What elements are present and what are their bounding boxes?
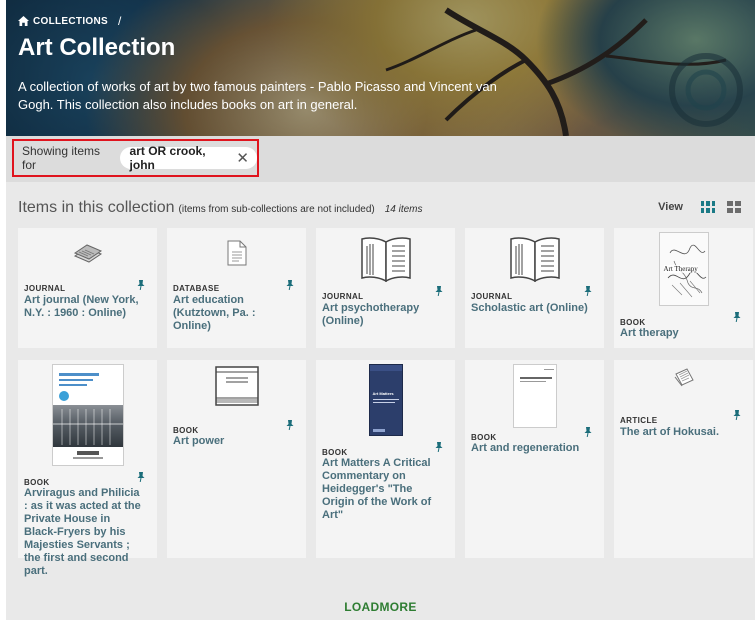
search-query-chip[interactable]: art OR crook, john ✕: [119, 144, 257, 172]
item-title-link[interactable]: Art power: [173, 435, 295, 448]
journal-stack-icon: [18, 242, 157, 264]
items-heading-title: Items in this collection: [18, 199, 175, 216]
pin-icon[interactable]: [137, 472, 145, 483]
pin-icon[interactable]: [584, 286, 592, 297]
items-heading: Items in this collection (items from sub…: [18, 199, 423, 217]
items-heading-note: (items from sub-collections are not incl…: [178, 204, 375, 215]
open-book-icon: [465, 234, 604, 282]
breadcrumb-separator: /: [117, 14, 122, 28]
close-icon[interactable]: ✕: [236, 149, 249, 167]
masonry-view-icon[interactable]: [727, 201, 741, 213]
item-card[interactable]: Art Therapy BOOK Art therapy: [614, 228, 753, 348]
home-icon[interactable]: [18, 16, 29, 26]
pin-icon[interactable]: [286, 420, 294, 431]
item-card[interactable]: BOOK Art and regeneration: [465, 360, 604, 558]
collection-description: A collection of works of art by two famo…: [18, 79, 497, 112]
open-book-icon: [316, 234, 455, 282]
page-title: Art Collection: [18, 34, 176, 61]
article-icon: [614, 366, 753, 388]
view-label: View: [658, 201, 683, 213]
item-card[interactable]: BOOK Art power: [167, 360, 306, 558]
item-card[interactable]: BOOK Arviragus and Philicia : as it was …: [18, 360, 157, 577]
item-card[interactable]: Art Matters BOOK Art Matters A Critical …: [316, 360, 455, 558]
book-cover-plain: [465, 364, 604, 428]
item-type: JOURNAL: [24, 284, 66, 293]
load-more-button[interactable]: LOADMORE: [6, 600, 755, 614]
cover-title: Art Therapy: [663, 265, 698, 273]
filter-label: Showing items for: [22, 144, 101, 172]
pin-icon[interactable]: [435, 286, 443, 297]
book-cover-art-therapy: Art Therapy: [614, 232, 753, 306]
cover-title: Art Matters: [372, 391, 394, 396]
item-type: BOOK: [24, 478, 50, 487]
item-card[interactable]: JOURNAL Scholastic art (Online): [465, 228, 604, 348]
item-card[interactable]: ARTICLE The art of Hokusai.: [614, 360, 753, 558]
pin-icon[interactable]: [733, 410, 741, 421]
pin-icon[interactable]: [435, 442, 443, 453]
pin-icon[interactable]: [137, 280, 145, 291]
item-type: BOOK: [322, 448, 348, 457]
item-type: BOOK: [173, 426, 199, 435]
item-title-link[interactable]: Arviragus and Philicia : as it was acted…: [24, 487, 146, 578]
document-icon: [167, 240, 306, 266]
view-switcher: View: [658, 201, 741, 213]
item-type: JOURNAL: [471, 292, 513, 301]
collection-page: COLLECTIONS / Art Collection A collectio…: [6, 0, 755, 620]
item-title-link[interactable]: Art education (Kutztown, Pa. : Online): [173, 294, 295, 333]
item-type: DATABASE: [173, 284, 220, 293]
item-title-link[interactable]: Art journal (New York, N.Y. : 1960 : Onl…: [24, 294, 146, 320]
breadcrumb-collections-link[interactable]: COLLECTIONS: [33, 16, 108, 27]
item-type: JOURNAL: [322, 292, 364, 301]
grid-view-icon[interactable]: [701, 201, 715, 213]
item-type: ARTICLE: [620, 416, 658, 425]
item-type: BOOK: [620, 318, 646, 327]
breadcrumb: COLLECTIONS /: [18, 14, 122, 28]
item-title-link[interactable]: The art of Hokusai.: [620, 426, 742, 439]
item-title-link[interactable]: Art therapy: [620, 327, 742, 340]
book-cover-art-matters: Art Matters: [316, 364, 455, 436]
item-title-link[interactable]: Scholastic art (Online): [471, 302, 593, 315]
active-filter-highlight: Showing items for art OR crook, john ✕: [12, 139, 259, 177]
item-card[interactable]: JOURNAL Art psychotherapy (Online): [316, 228, 455, 348]
pin-icon[interactable]: [733, 312, 741, 323]
items-count: 14 items: [384, 204, 423, 215]
book-cover-building: [18, 364, 157, 466]
closed-book-icon: [167, 364, 306, 408]
item-type: BOOK: [471, 433, 497, 442]
item-title-link[interactable]: Art and regeneration: [471, 442, 593, 455]
pin-icon[interactable]: [584, 427, 592, 438]
pin-icon[interactable]: [286, 280, 294, 291]
item-card[interactable]: JOURNAL Art journal (New York, N.Y. : 19…: [18, 228, 157, 348]
item-card[interactable]: DATABASE Art education (Kutztown, Pa. : …: [167, 228, 306, 348]
collection-hero-banner: COLLECTIONS / Art Collection A collectio…: [6, 0, 755, 136]
item-title-link[interactable]: Art Matters A Critical Commentary on Hei…: [322, 457, 444, 522]
filter-bar: Showing items for art OR crook, john ✕: [6, 136, 755, 182]
item-title-link[interactable]: Art psychotherapy (Online): [322, 302, 444, 328]
search-query-text: art OR crook, john: [129, 144, 206, 172]
